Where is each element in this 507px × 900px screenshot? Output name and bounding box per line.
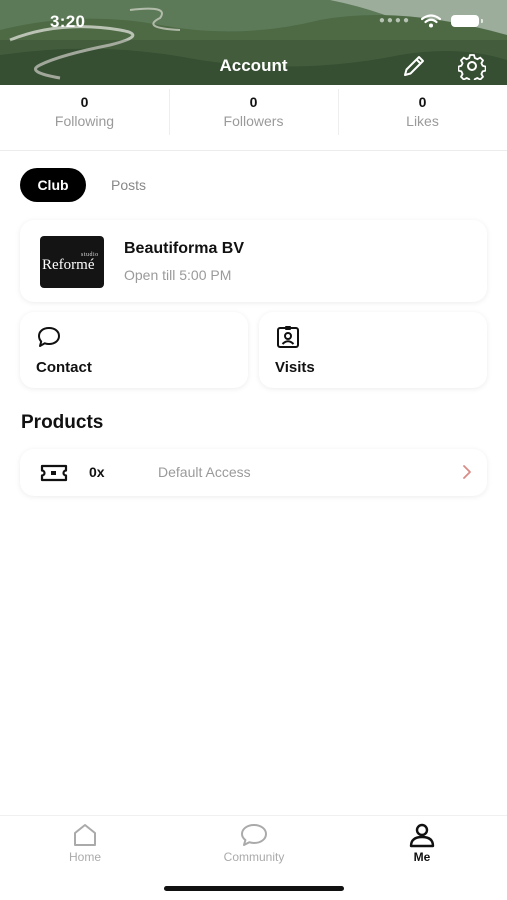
stat-followers[interactable]: 0 Followers xyxy=(169,85,338,150)
contact-label: Contact xyxy=(36,359,92,376)
nav-me-label: Me xyxy=(413,850,431,864)
product-item[interactable]: 0x Default Access xyxy=(20,449,487,496)
id-badge-icon xyxy=(277,326,299,348)
stat-value: 0 xyxy=(249,94,258,110)
chevron-right-icon xyxy=(463,465,471,479)
nav-community-label: Community xyxy=(223,850,285,864)
signal-icon: ●●●● xyxy=(378,14,411,26)
ticket-icon xyxy=(40,464,68,482)
club-logo: studio Reformé xyxy=(40,236,104,288)
club-card[interactable]: studio Reformé Beautiforma BV Open till … xyxy=(20,220,487,302)
profile-stats: 0 Following 0 Followers 0 Likes xyxy=(0,85,507,151)
account-header: 3:20 ●●●● Account xyxy=(0,0,507,85)
logo-text-big: Reformé xyxy=(42,257,95,273)
stat-value: 0 xyxy=(80,94,89,110)
nav-home[interactable]: Home xyxy=(20,822,150,864)
stat-following[interactable]: 0 Following xyxy=(0,85,169,150)
stat-value: 0 xyxy=(418,94,427,110)
nav-community[interactable]: Community xyxy=(189,822,319,864)
visits-label: Visits xyxy=(275,359,315,376)
stat-label: Following xyxy=(54,113,115,129)
page-title: Account xyxy=(219,56,288,75)
tab-club[interactable]: Club xyxy=(20,168,86,202)
stat-label: Followers xyxy=(223,113,284,129)
club-name: Beautiforma BV xyxy=(124,240,245,257)
person-icon xyxy=(409,823,435,848)
edit-pencil-icon[interactable] xyxy=(400,52,428,80)
tab-posts[interactable]: Posts xyxy=(111,177,146,193)
club-hours: Open till 5:00 PM xyxy=(124,267,232,283)
nav-me[interactable]: Me xyxy=(357,822,487,864)
visits-button[interactable]: Visits xyxy=(259,312,487,388)
contact-button[interactable]: Contact xyxy=(20,312,248,388)
home-indicator xyxy=(164,886,344,891)
nav-home-label: Home xyxy=(68,850,101,864)
stat-likes[interactable]: 0 Likes xyxy=(338,85,507,150)
gear-icon[interactable] xyxy=(458,52,486,80)
product-name: Default Access xyxy=(158,464,251,480)
products-title: Products xyxy=(21,412,104,433)
chat-bubble-icon xyxy=(241,824,267,846)
chat-bubble-icon xyxy=(38,327,60,347)
status-icons: ●●●● xyxy=(378,14,483,28)
wifi-icon xyxy=(421,14,441,28)
stat-label: Likes xyxy=(406,113,439,129)
profile-tabs: Club Posts xyxy=(20,168,146,202)
status-time: 3:20 xyxy=(50,12,86,31)
product-count: 0x xyxy=(89,464,105,480)
battery-icon xyxy=(451,15,483,27)
home-icon xyxy=(74,824,96,846)
